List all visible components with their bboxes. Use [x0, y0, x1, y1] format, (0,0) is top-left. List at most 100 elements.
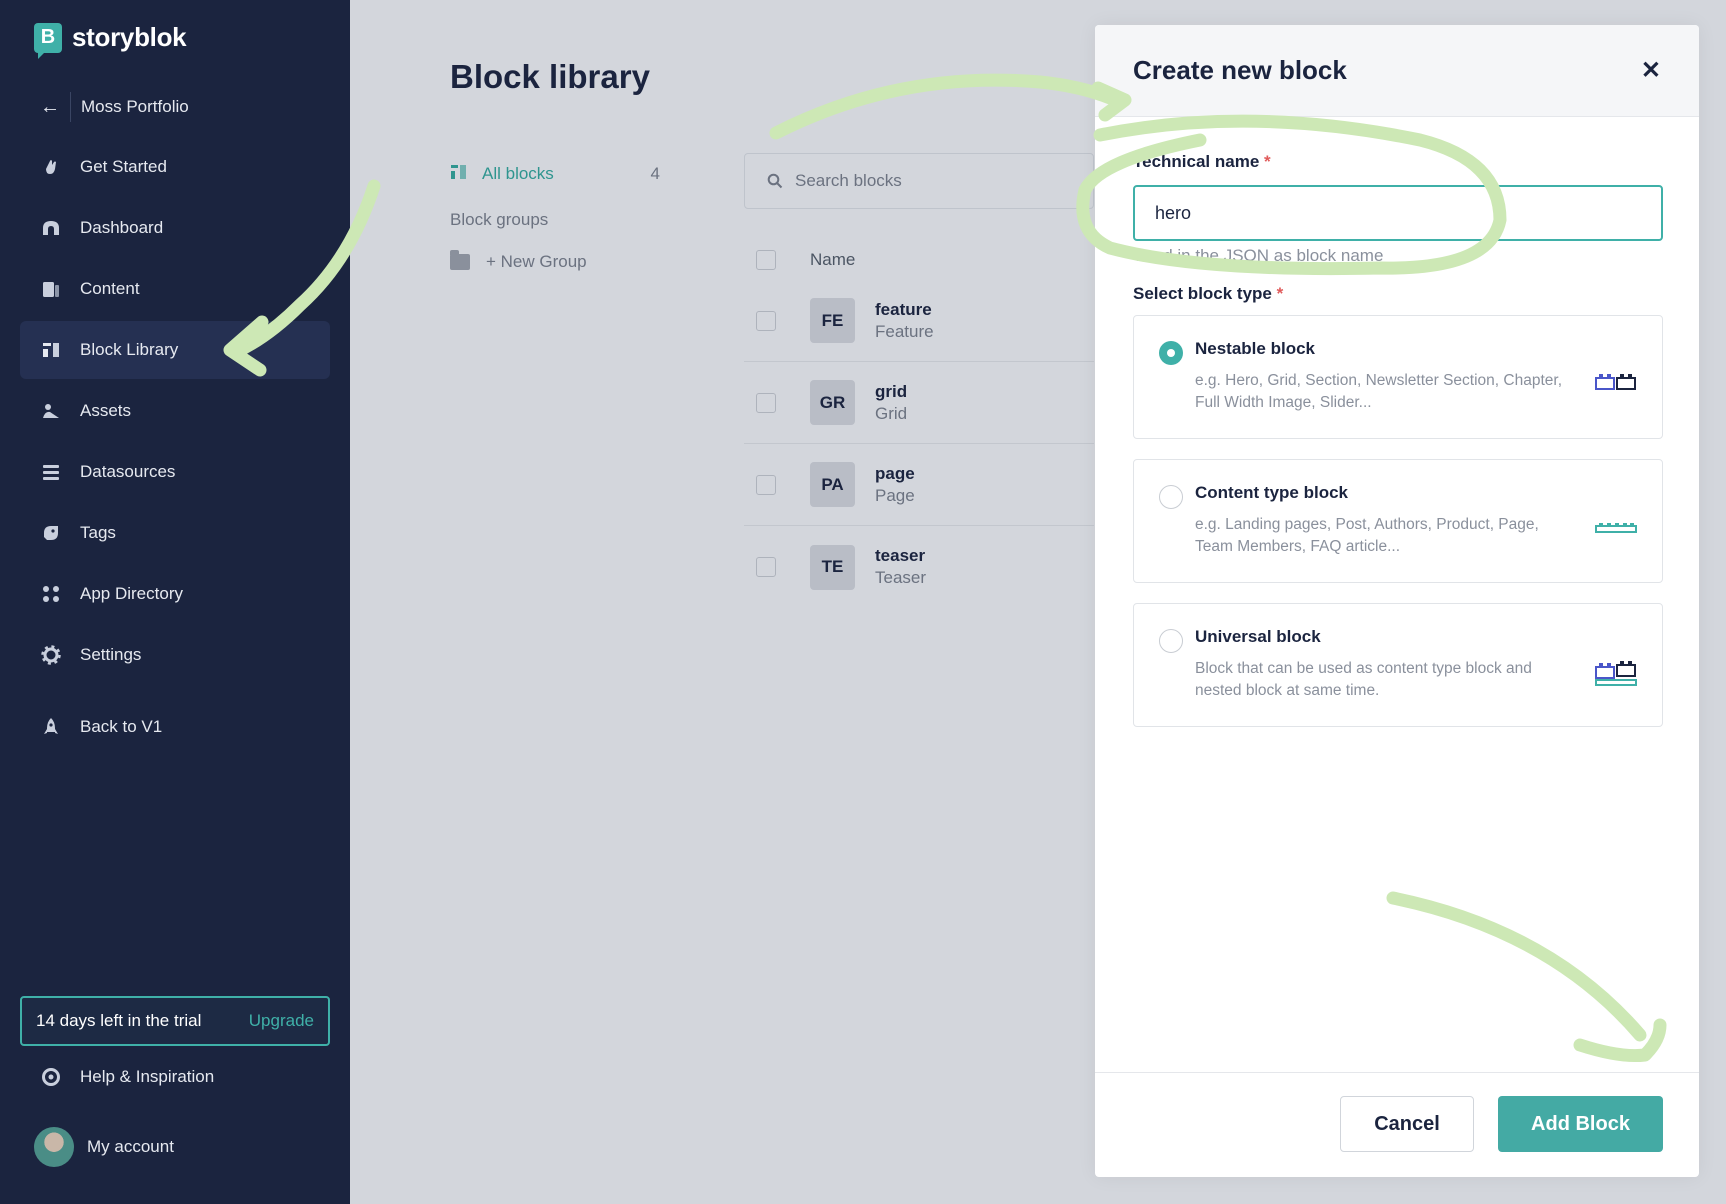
- search-input[interactable]: Search blocks: [744, 153, 1094, 209]
- avatar: [34, 1127, 74, 1167]
- rocket-icon: [40, 716, 62, 738]
- block-type-name: Content type block: [1195, 483, 1349, 502]
- block-type-description: Block that can be used as content type b…: [1195, 660, 1532, 699]
- space-name: Moss Portfolio: [81, 97, 189, 116]
- folder-icon: [450, 250, 470, 270]
- row-checkbox[interactable]: [756, 392, 776, 413]
- required-mark: *: [1276, 284, 1284, 303]
- row-checkbox[interactable]: [756, 474, 776, 495]
- table-row[interactable]: GR grid Grid: [744, 362, 1094, 444]
- divider: [70, 92, 71, 122]
- page-title: Block library: [450, 58, 650, 95]
- nav-label: Get Started: [80, 157, 167, 176]
- nav-label: App Directory: [80, 584, 183, 603]
- block-type-label-text: Select block type: [1133, 284, 1272, 303]
- block-list: Name FE feature Feature GR grid Grid PA pa…: [744, 240, 1094, 608]
- filter-all-blocks[interactable]: All blocks 4: [450, 160, 660, 188]
- help-label: Help & Inspiration: [80, 1067, 215, 1086]
- app-directory-icon: [40, 583, 62, 605]
- required-mark: *: [1264, 152, 1271, 171]
- dialog-header: Create new block ✕: [1095, 25, 1699, 117]
- nav-label: Dashboard: [80, 218, 164, 237]
- datasources-icon: [40, 461, 62, 483]
- block-technical-name: grid: [875, 381, 908, 401]
- table-row[interactable]: PA page Page: [744, 444, 1094, 526]
- add-block-button[interactable]: Add Block: [1498, 1096, 1663, 1152]
- block-filters: All blocks 4 Block groups + New Group: [450, 160, 660, 272]
- block-display-name: Teaser: [875, 568, 927, 587]
- nav-item-settings[interactable]: Settings: [20, 626, 330, 684]
- assets-icon: [40, 400, 62, 422]
- nav-item-tags[interactable]: Tags: [20, 504, 330, 562]
- block-type-description: e.g. Landing pages, Post, Authors, Produ…: [1195, 516, 1539, 555]
- nav-item-app-directory[interactable]: App Directory: [20, 565, 330, 623]
- tag-icon: [40, 522, 62, 544]
- nav-label: Settings: [80, 645, 142, 664]
- block-type-content-type[interactable]: Content type block e.g. Landing pages, P…: [1133, 459, 1663, 583]
- block-type-nestable[interactable]: Nestable block e.g. Hero, Grid, Section,…: [1133, 315, 1663, 439]
- help-inspiration-link[interactable]: Help & Inspiration: [40, 1066, 214, 1088]
- nav-label: Content: [80, 279, 140, 298]
- row-checkbox[interactable]: [756, 310, 776, 331]
- nav-item-get-started[interactable]: Get Started: [20, 138, 330, 196]
- block-groups-heading: Block groups: [450, 210, 549, 229]
- technical-name-label: Technical name *: [1133, 152, 1271, 172]
- technical-name-label-text: Technical name: [1133, 152, 1260, 171]
- back-arrow-icon[interactable]: ←: [40, 96, 66, 119]
- nav-item-datasources[interactable]: Datasources: [20, 443, 330, 501]
- table-row[interactable]: TE teaser Teaser: [744, 526, 1094, 608]
- column-name: Name: [810, 250, 856, 269]
- new-group-label: + New Group: [486, 252, 587, 271]
- trial-text: 14 days left in the trial: [36, 1011, 202, 1030]
- nav-label: Block Library: [80, 340, 179, 359]
- radio-button[interactable]: [1159, 341, 1183, 365]
- upgrade-link[interactable]: Upgrade: [249, 1011, 314, 1031]
- nav-item-block-library[interactable]: Block Library: [20, 321, 330, 379]
- block-badge: FE: [810, 298, 855, 343]
- search-placeholder: Search blocks: [795, 171, 902, 190]
- row-checkbox[interactable]: [756, 557, 776, 577]
- block-count: 4: [650, 164, 660, 183]
- nav-item-dashboard[interactable]: Dashboard: [20, 199, 330, 257]
- select-all-checkbox[interactable]: [756, 250, 776, 270]
- block-type-name: Nestable block: [1195, 339, 1315, 358]
- technical-name-input[interactable]: [1133, 185, 1663, 241]
- trial-banner: 14 days left in the trial Upgrade: [20, 996, 330, 1046]
- block-type-description: e.g. Hero, Grid, Section, Newsletter Sec…: [1195, 372, 1563, 411]
- my-account-link[interactable]: My account: [34, 1127, 174, 1167]
- create-block-dialog: Create new block ✕ Technical name * Used…: [1095, 25, 1699, 1177]
- nav-item-content[interactable]: Content: [20, 260, 330, 318]
- lifebuoy-icon: [40, 1066, 62, 1088]
- radio-button[interactable]: [1159, 629, 1183, 653]
- storyblok-logo[interactable]: B storyblok: [34, 22, 187, 59]
- block-type-name: Universal block: [1195, 627, 1321, 646]
- gear-icon: [40, 644, 62, 666]
- search-icon: [767, 173, 783, 189]
- block-type-universal[interactable]: Universal block Block that can be used a…: [1133, 603, 1663, 727]
- block-technical-name: feature: [875, 299, 932, 319]
- nav-item-back-to-v1[interactable]: Back to V1: [20, 698, 330, 756]
- block-technical-name: teaser: [875, 546, 926, 565]
- nestable-block-icon: [1595, 374, 1636, 390]
- close-icon[interactable]: ✕: [1641, 56, 1661, 85]
- space-switcher[interactable]: ← Moss Portfolio: [40, 90, 189, 124]
- radio-button[interactable]: [1159, 485, 1183, 509]
- sidebar: B storyblok ← Moss Portfolio Get Started…: [0, 0, 350, 1204]
- nav-label: Back to V1: [80, 717, 163, 736]
- table-row[interactable]: FE feature Feature: [744, 280, 1094, 362]
- block-display-name: Grid: [875, 403, 908, 423]
- dialog-title: Create new block: [1133, 55, 1347, 85]
- new-group-button[interactable]: + New Group: [450, 250, 660, 272]
- filter-label: All blocks: [482, 164, 554, 183]
- account-label: My account: [87, 1137, 174, 1156]
- cancel-button[interactable]: Cancel: [1340, 1096, 1474, 1152]
- brand-name: storyblok: [72, 22, 187, 52]
- block-badge: TE: [810, 544, 855, 590]
- universal-block-icon: [1595, 661, 1637, 686]
- block-library-icon: [450, 163, 470, 186]
- dashboard-icon: [40, 217, 62, 239]
- technical-name-hint: Used in the JSON as block name: [1133, 246, 1384, 265]
- nav-item-assets[interactable]: Assets: [20, 382, 330, 440]
- list-header: Name: [744, 240, 1094, 280]
- block-display-name: Feature: [875, 321, 934, 341]
